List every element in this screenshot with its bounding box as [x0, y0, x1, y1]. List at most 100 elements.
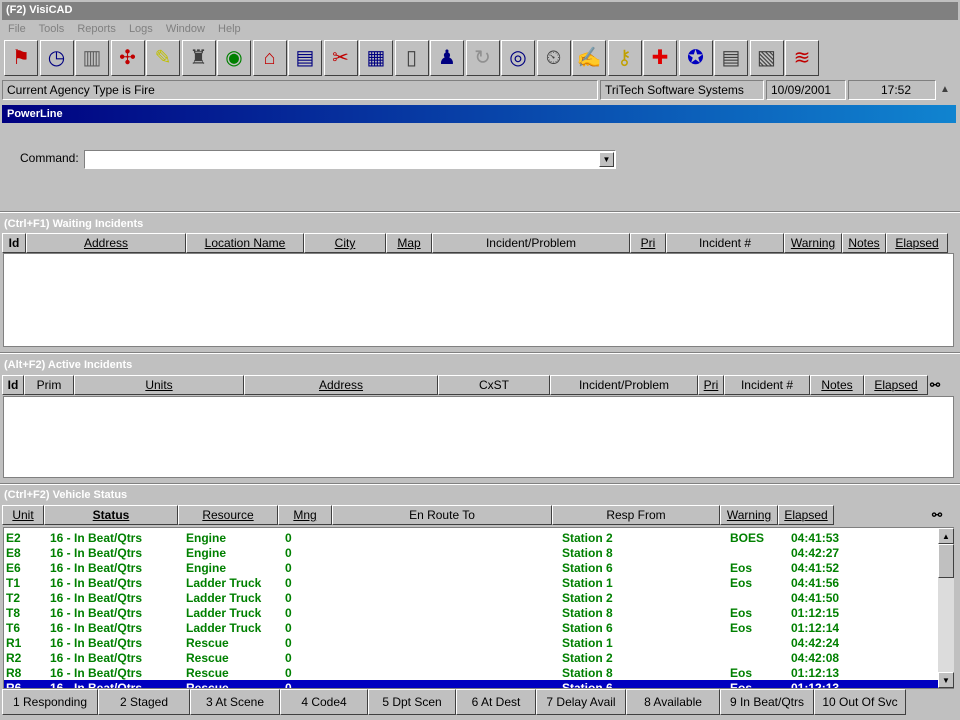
refresh-icon[interactable]: ↻	[465, 40, 500, 76]
status-button-3[interactable]: 3 At Scene	[190, 689, 280, 715]
col-elapsed[interactable]: Elapsed	[778, 505, 834, 525]
col-status[interactable]: Status	[44, 505, 178, 525]
col-location-name[interactable]: Location Name	[186, 233, 304, 253]
vehicle-scrollbar[interactable]: ▲ ▼	[938, 528, 954, 688]
edit-form-icon[interactable]: ✍	[572, 40, 606, 76]
binoculars-icon[interactable]: ⚯	[928, 375, 942, 395]
timer-icon[interactable]: ⏲	[536, 40, 571, 76]
col-pri[interactable]: Pri	[630, 233, 666, 253]
col-incident-number[interactable]: Incident #	[724, 375, 810, 395]
cell-elapsed: 04:42:27	[791, 546, 840, 560]
menu-tools[interactable]: Tools	[39, 23, 65, 35]
table-row[interactable]: E2 16 - In Beat/Qtrs Engine 0 Station 2 BOES 0…	[4, 530, 938, 545]
command-input[interactable]: ▼	[84, 150, 616, 169]
status-button-8[interactable]: 8 Available	[626, 689, 720, 715]
col-elapsed[interactable]: Elapsed	[886, 233, 948, 253]
col-incident-number[interactable]: Incident #	[666, 233, 784, 253]
status-button-4[interactable]: 4 Code4	[280, 689, 368, 715]
cell-status: 16 - In Beat/Qtrs	[50, 576, 143, 590]
vehicle-status-list[interactable]: E2 16 - In Beat/Qtrs Engine 0 Station 2 BOES 0…	[3, 527, 954, 689]
col-warning[interactable]: Warning	[784, 233, 842, 253]
status-button-6[interactable]: 6 At Dest	[456, 689, 536, 715]
eye-icon[interactable]: ◎	[501, 40, 535, 76]
col-cxst[interactable]: CxST	[438, 375, 550, 395]
arrow-up-icon[interactable]: ▲	[940, 84, 954, 98]
scroll-down-icon[interactable]: ▼	[938, 672, 954, 688]
col-notes[interactable]: Notes	[810, 375, 864, 395]
printer-icon[interactable]: ▤	[288, 40, 322, 76]
table-row[interactable]: R6 16 - In Beat/Qtrs Rescue 0 Station 6 Eos 01…	[4, 680, 938, 689]
table-row[interactable]: T8 16 - In Beat/Qtrs Ladder Truck 0 Station …	[4, 605, 938, 620]
col-city[interactable]: City	[304, 233, 386, 253]
binoculars-icon[interactable]: ⚯	[930, 505, 944, 525]
col-unit[interactable]: Unit	[2, 505, 44, 525]
key-search-icon[interactable]: ⚷	[607, 40, 642, 76]
col-id[interactable]: Id	[2, 233, 26, 253]
table-row[interactable]: R8 16 - In Beat/Qtrs Rescue 0 Station 8 Eos 01…	[4, 665, 938, 680]
scroll-up-icon[interactable]: ▲	[938, 528, 954, 544]
cell-mng: 0	[285, 606, 292, 620]
trash-icon[interactable]: ▥	[75, 40, 109, 76]
cell-from: Station 2	[562, 651, 613, 665]
waiting-incidents-list[interactable]	[3, 253, 954, 347]
col-id[interactable]: Id	[2, 375, 24, 395]
cell-status: 16 - In Beat/Qtrs	[50, 681, 143, 689]
table-row[interactable]: R2 16 - In Beat/Qtrs Rescue 0 Station 2 04:42…	[4, 650, 938, 665]
col-elapsed[interactable]: Elapsed	[864, 375, 928, 395]
clock-icon[interactable]: ◷	[39, 40, 74, 76]
table-row[interactable]: E8 16 - In Beat/Qtrs Engine 0 Station 8 04:42…	[4, 545, 938, 560]
col-notes[interactable]: Notes	[842, 233, 886, 253]
cell-warning: Eos	[730, 561, 753, 575]
radio-tower-icon[interactable]: ♜	[181, 40, 216, 76]
status-button-9[interactable]: 9 In Beat/Qtrs	[720, 689, 814, 715]
col-en-route-to[interactable]: En Route To	[332, 505, 552, 525]
clipboard-icon[interactable]: ▧	[749, 40, 784, 76]
menu-logs[interactable]: Logs	[129, 23, 153, 35]
col-mng[interactable]: Mng	[278, 505, 332, 525]
tools-icon[interactable]: ✂	[323, 40, 358, 76]
menu-help[interactable]: Help	[218, 23, 241, 35]
table-row[interactable]: R1 16 - In Beat/Qtrs Rescue 0 Station 1 04:42…	[4, 635, 938, 650]
network-icon[interactable]: ✣	[110, 40, 145, 76]
col-address[interactable]: Address	[244, 375, 438, 395]
table-row[interactable]: E6 16 - In Beat/Qtrs Engine 0 Station 6 Eos 04…	[4, 560, 938, 575]
active-incidents-list[interactable]	[3, 396, 954, 478]
status-button-1[interactable]: 1 Responding	[2, 689, 98, 715]
scroll-thumb[interactable]	[938, 544, 954, 578]
globe-icon[interactable]: ◉	[217, 40, 251, 76]
police-badge-icon[interactable]: ✪	[678, 40, 713, 76]
menu-reports[interactable]: Reports	[77, 23, 116, 35]
cell-from: Station 6	[562, 681, 613, 689]
table-row[interactable]: T6 16 - In Beat/Qtrs Ladder Truck 0 Station …	[4, 620, 938, 635]
table-row[interactable]: T1 16 - In Beat/Qtrs Ladder Truck 0 Station …	[4, 575, 938, 590]
highlighter-icon[interactable]: ✎	[146, 40, 180, 76]
fire-station-icon[interactable]: ⌂	[252, 40, 287, 76]
status-button-5[interactable]: 5 Dpt Scen	[368, 689, 456, 715]
col-incident-problem[interactable]: Incident/Problem	[550, 375, 698, 395]
col-map[interactable]: Map	[386, 233, 432, 253]
personnel-icon[interactable]: ♟	[430, 40, 464, 76]
graph-icon[interactable]: ≋	[785, 40, 819, 76]
notes-icon[interactable]: ▤	[714, 40, 748, 76]
cell-status: 16 - In Beat/Qtrs	[50, 531, 143, 545]
cell-status: 16 - In Beat/Qtrs	[50, 636, 143, 650]
col-pri[interactable]: Pri	[698, 375, 724, 395]
book-icon[interactable]: ▯	[394, 40, 429, 76]
menu-window[interactable]: Window	[166, 23, 205, 35]
medical-cross-icon[interactable]: ✚	[643, 40, 677, 76]
col-address[interactable]: Address	[26, 233, 186, 253]
report-icon[interactable]: ▦	[359, 40, 393, 76]
menu-file[interactable]: File	[8, 23, 26, 35]
status-button-2[interactable]: 2 Staged	[98, 689, 190, 715]
col-units[interactable]: Units	[74, 375, 244, 395]
col-prim[interactable]: Prim	[24, 375, 74, 395]
chevron-down-icon[interactable]: ▼	[599, 152, 614, 167]
col-resource[interactable]: Resource	[178, 505, 278, 525]
status-button-7[interactable]: 7 Delay Avail	[536, 689, 626, 715]
col-warning[interactable]: Warning	[720, 505, 778, 525]
table-row[interactable]: T2 16 - In Beat/Qtrs Ladder Truck 0 Station …	[4, 590, 938, 605]
flag-icon[interactable]: ⚑	[4, 40, 38, 76]
col-resp-from[interactable]: Resp From	[552, 505, 720, 525]
col-incident-problem[interactable]: Incident/Problem	[432, 233, 630, 253]
status-button-10[interactable]: 10 Out Of Svc	[814, 689, 906, 715]
